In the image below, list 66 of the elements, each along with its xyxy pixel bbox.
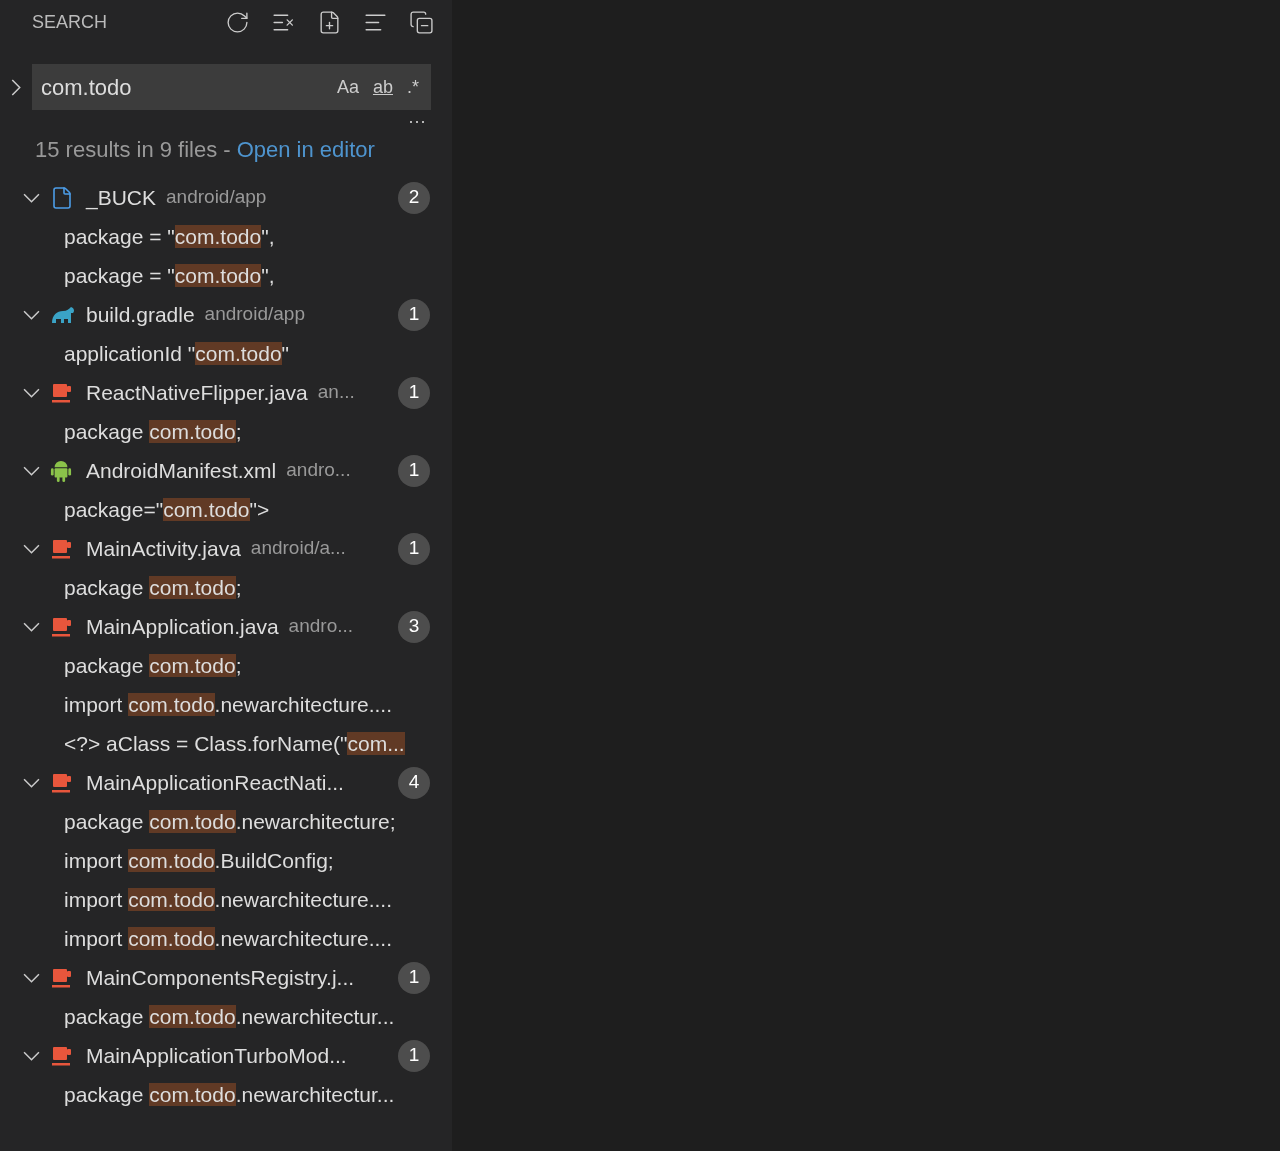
result-count-badge: 1 — [398, 1039, 430, 1072]
match-line[interactable]: package = "com.todo", — [64, 220, 275, 253]
file-name[interactable]: MainApplicationTurboMod... — [86, 1039, 347, 1072]
match-line[interactable]: import com.todo.newarchitecture.... — [64, 883, 392, 916]
new-file-button[interactable] — [317, 9, 342, 35]
file-name[interactable]: AndroidManifest.xml — [86, 454, 277, 487]
file-path: android/a... — [250, 536, 346, 561]
search-field[interactable]: com.todo Aa ab .* — [32, 64, 431, 110]
file-path: andro... — [286, 458, 351, 483]
result-count-badge: 1 — [398, 961, 430, 994]
chevron-down-icon — [22, 621, 40, 632]
chevron-down-icon — [22, 543, 40, 554]
result-count-badge: 1 — [398, 532, 430, 565]
panel-title: SEARCH — [32, 10, 107, 34]
result-count-badge: 4 — [398, 766, 430, 799]
match-line[interactable]: applicationId "com.todo" — [64, 337, 290, 370]
match-line[interactable]: import com.todo.BuildConfig; — [64, 844, 334, 877]
match-line[interactable]: package com.todo; — [64, 415, 242, 448]
open-in-editor-link[interactable]: Open in editor — [236, 132, 375, 166]
collapse-all-button[interactable] — [409, 9, 434, 35]
refresh-icon — [225, 9, 250, 35]
refresh-button[interactable] — [225, 9, 250, 35]
file-path: android/app — [204, 302, 305, 327]
more-options-button[interactable]: ··· — [408, 110, 426, 132]
result-count-badge: 3 — [398, 610, 430, 643]
match-line[interactable]: package com.todo.newarchitectur... — [64, 1000, 395, 1033]
match-line[interactable]: package com.todo; — [64, 571, 242, 604]
match-line[interactable]: package com.todo; — [64, 649, 242, 682]
chevron-down-icon — [22, 972, 40, 983]
chevron-right-icon — [11, 78, 21, 96]
search-option-toggle[interactable]: ab — [370, 73, 395, 101]
chevron-down-icon — [22, 777, 40, 788]
chevron-down-icon — [22, 1050, 40, 1061]
collapse-all-icon — [409, 9, 434, 35]
match-line[interactable]: package com.todo.newarchitecture; — [64, 805, 396, 838]
file-icon — [50, 185, 74, 210]
elephant-icon — [50, 304, 76, 325]
file-name[interactable]: _BUCK — [86, 181, 157, 214]
match-line[interactable]: package="com.todo"> — [64, 493, 270, 526]
result-count-badge: 1 — [398, 298, 430, 331]
chevron-down-icon — [22, 192, 40, 203]
result-count-badge: 2 — [398, 181, 430, 214]
chevron-down-icon — [22, 309, 40, 320]
result-count-badge: 1 — [398, 454, 430, 487]
file-name[interactable]: build.gradle — [86, 298, 195, 331]
match-line[interactable]: package = "com.todo", — [64, 259, 275, 292]
file-path: android/app — [166, 185, 267, 210]
file-name[interactable]: MainApplication.java — [86, 610, 279, 643]
file-name[interactable]: MainApplicationReactNati... — [86, 766, 344, 799]
file-name[interactable]: ReactNativeFlipper.java — [86, 376, 308, 409]
file-path: an... — [317, 380, 355, 405]
file-name[interactable]: MainComponentsRegistry.j... — [86, 961, 355, 994]
android-icon — [50, 458, 72, 483]
chevron-down-icon — [22, 465, 40, 476]
match-line[interactable]: import com.todo.newarchitecture.... — [64, 688, 392, 721]
file-path: andro... — [288, 614, 354, 639]
search-option-toggle[interactable]: .* — [405, 73, 421, 101]
match-line[interactable]: import com.todo.newarchitecture.... — [64, 922, 392, 955]
result-count-badge: 1 — [398, 376, 430, 409]
match-line[interactable]: <?> aClass = Class.forName("com... — [64, 727, 405, 760]
match-line[interactable]: package com.todo.newarchitectur... — [64, 1078, 395, 1111]
search-option-toggle[interactable]: Aa — [334, 73, 361, 101]
new-file-icon — [317, 9, 342, 35]
chevron-down-icon — [22, 387, 40, 398]
results-summary: 15 results in 9 files - — [35, 135, 231, 164]
file-name[interactable]: MainActivity.java — [86, 532, 241, 565]
